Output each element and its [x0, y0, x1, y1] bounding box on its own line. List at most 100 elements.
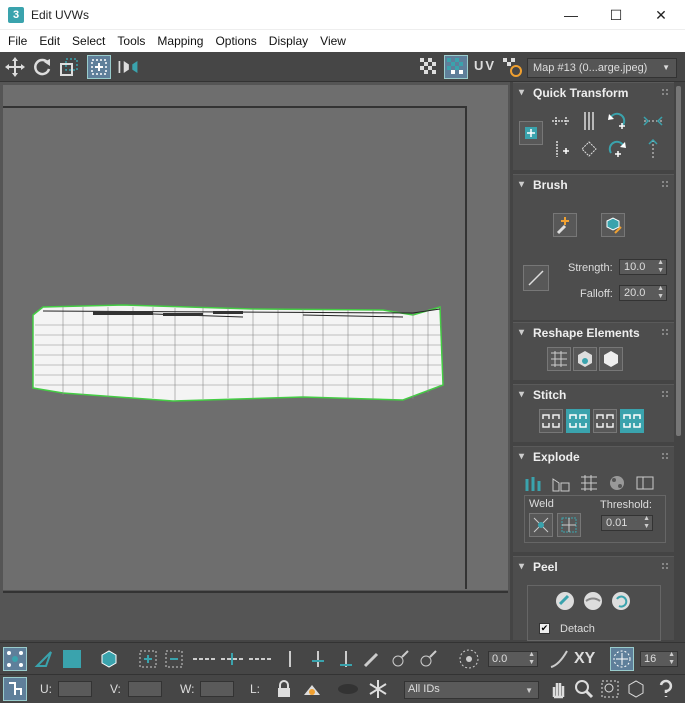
quick-transform-header[interactable]: Quick Transform	[513, 83, 674, 103]
loop-shrink-icon[interactable]	[248, 647, 272, 671]
align-vertical-icon[interactable]	[577, 109, 601, 133]
explode-header[interactable]: Explode	[513, 447, 674, 467]
paint-grow-icon[interactable]	[388, 647, 412, 671]
reset-peel-icon[interactable]	[609, 589, 633, 613]
brush-falloff-icon[interactable]	[523, 265, 549, 291]
vertex-mode-icon[interactable]	[3, 647, 27, 671]
relax-brush-icon[interactable]	[601, 213, 625, 237]
hide-show-icon[interactable]	[300, 677, 324, 701]
uv-viewport[interactable]	[0, 82, 510, 640]
menu-mapping[interactable]: Mapping	[151, 30, 209, 52]
align-pivot-icon[interactable]	[519, 121, 543, 145]
detach-checkbox[interactable]: ✔	[539, 623, 550, 634]
menu-tools[interactable]: Tools	[111, 30, 151, 52]
uv-space-label[interactable]: UV	[474, 58, 496, 73]
loop-grow-icon[interactable]	[220, 647, 244, 671]
menu-options[interactable]: Options	[209, 30, 262, 52]
threshold-spinner[interactable]: 0.01 ▲ ▼	[601, 515, 653, 531]
element-mode-icon[interactable]	[97, 647, 121, 671]
spacing-vertical-icon[interactable]	[641, 137, 665, 161]
falloff-spinner[interactable]: 20.0 ▲ ▼	[619, 285, 667, 301]
uv-canvas[interactable]	[3, 85, 508, 590]
flatten-by-material-icon[interactable]	[577, 471, 601, 495]
zoom-icon[interactable]	[572, 677, 596, 701]
ring-select-icon[interactable]	[278, 647, 302, 671]
menu-select[interactable]: Select	[66, 30, 111, 52]
paint-move-icon[interactable]	[553, 213, 577, 237]
straighten-icon[interactable]	[577, 137, 601, 161]
flatten-checker-icon[interactable]	[605, 471, 629, 495]
freeze-icon[interactable]	[366, 677, 390, 701]
ring-grow-icon[interactable]	[306, 647, 330, 671]
close-button[interactable]: ✕	[638, 0, 684, 30]
spacing-horizontal-icon[interactable]	[641, 109, 665, 133]
menu-display[interactable]: Display	[263, 30, 314, 52]
loop-select-icon[interactable]	[192, 647, 216, 671]
help-icon[interactable]	[654, 677, 678, 701]
v-field[interactable]	[128, 681, 162, 697]
panel-scrollbar[interactable]	[676, 86, 681, 436]
flatten-by-smoothing-icon[interactable]	[549, 471, 573, 495]
stitch-custom-icon[interactable]	[539, 409, 563, 433]
scale-tool-icon[interactable]	[57, 55, 81, 79]
menu-edit[interactable]: Edit	[33, 30, 66, 52]
zoom-extents-icon[interactable]	[624, 677, 648, 701]
stitch-header[interactable]: Stitch	[513, 385, 674, 405]
rotate-ccw-icon[interactable]	[605, 109, 629, 133]
rotate-tool-icon[interactable]	[30, 55, 54, 79]
peel-header[interactable]: Peel	[513, 557, 674, 577]
weld-selected-icon[interactable]	[529, 513, 553, 537]
show-map-icon[interactable]	[444, 55, 468, 79]
rotate-cw-icon[interactable]	[605, 137, 629, 161]
strength-spinner[interactable]: 10.0 ▲ ▼	[619, 259, 667, 275]
flatten-by-polygon-angle-icon[interactable]	[521, 471, 545, 495]
stitch-average-icon[interactable]	[593, 409, 617, 433]
edge-mode-icon[interactable]	[32, 647, 56, 671]
relax-icon[interactable]	[599, 347, 623, 371]
freeform-tool-icon[interactable]	[87, 55, 111, 79]
relax-until-flat-icon[interactable]	[573, 347, 597, 371]
grid-snap-icon[interactable]	[610, 647, 634, 671]
reshape-header[interactable]: Reshape Elements	[513, 323, 674, 343]
align-horizontal-icon[interactable]	[549, 109, 573, 133]
u-field[interactable]	[58, 681, 92, 697]
break-icon[interactable]	[633, 471, 657, 495]
brush-header[interactable]: Brush	[513, 175, 674, 195]
texture-settings-icon[interactable]	[500, 55, 524, 79]
pan-icon[interactable]	[546, 677, 570, 701]
uv-mesh[interactable]	[3, 85, 508, 590]
peel-mode-icon[interactable]	[581, 589, 605, 613]
checker-pattern-icon[interactable]	[417, 55, 441, 79]
stitch-to-target-icon[interactable]	[566, 409, 590, 433]
menu-view[interactable]: View	[314, 30, 352, 52]
angle-snap-icon[interactable]	[457, 647, 481, 671]
grow-selection-icon[interactable]	[136, 647, 160, 671]
xy-axis-toggle[interactable]: XY	[574, 650, 595, 668]
menu-file[interactable]: File	[2, 30, 33, 52]
maximize-button[interactable]: ☐	[593, 0, 639, 30]
absolute-mode-icon[interactable]	[3, 677, 27, 701]
paint-select-icon[interactable]	[360, 647, 384, 671]
face-mode-icon[interactable]	[60, 647, 84, 671]
soft-selection-icon[interactable]	[547, 647, 571, 671]
weld-target-icon[interactable]	[557, 513, 581, 537]
rotate-angle-field[interactable]: 0.0 ▲ ▼	[488, 651, 538, 667]
shrink-selection-icon[interactable]	[162, 647, 186, 671]
eye-icon[interactable]	[336, 677, 360, 701]
move-tool-icon[interactable]	[3, 55, 27, 79]
lock-icon[interactable]	[272, 677, 296, 701]
ring-shrink-icon[interactable]	[334, 647, 358, 671]
quick-peel-icon[interactable]	[553, 589, 577, 613]
straighten-selection-icon[interactable]	[547, 347, 571, 371]
w-field[interactable]	[200, 681, 234, 697]
material-id-select[interactable]: All IDs ▼	[404, 681, 539, 699]
selection-toolbar: 0.0 ▲ ▼ XY 16 ▲ ▼	[0, 642, 685, 674]
grid-size-field[interactable]: 16 ▲ ▼	[640, 651, 678, 667]
stitch-to-source-icon[interactable]	[620, 409, 644, 433]
align-to-edge-icon[interactable]	[549, 137, 573, 161]
minimize-button[interactable]: —	[548, 0, 594, 30]
map-select[interactable]: Map #13 (0...arge.jpeg) ▼	[527, 58, 677, 78]
mirror-tool-icon[interactable]	[116, 55, 140, 79]
zoom-region-icon[interactable]	[598, 677, 622, 701]
paint-shrink-icon[interactable]	[416, 647, 440, 671]
